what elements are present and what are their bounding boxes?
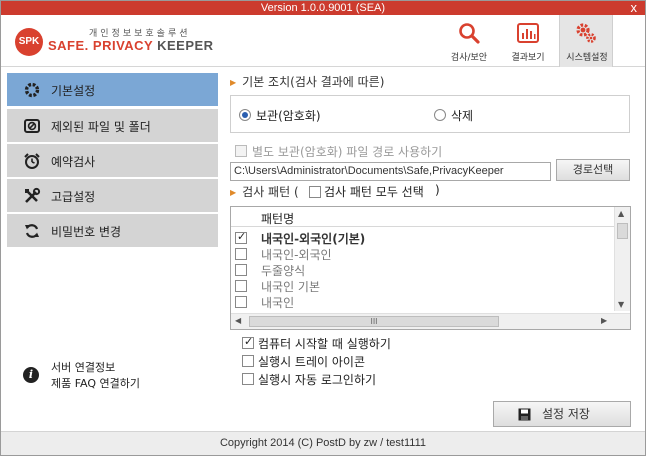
delete-radio[interactable]: [434, 109, 446, 121]
keep-radio[interactable]: [239, 109, 251, 121]
pattern-row[interactable]: 내국인-외국인: [231, 246, 615, 262]
pattern-checkbox[interactable]: [235, 264, 247, 276]
footer: Copyright 2014 (C) PostD by zw / test111…: [1, 431, 645, 455]
pattern-list: 패턴명 내국인-외국인(기본) 내국인-외국인 두줄양식 내국인 기본 내국인: [230, 206, 631, 330]
section-bullet-icon: ▶: [230, 188, 237, 197]
scroll-thumb[interactable]: [617, 223, 628, 239]
pattern-name-column: 패턴명: [261, 212, 295, 226]
pattern-title-suffix: ): [435, 183, 440, 197]
copyright-text: Copyright 2014 (C) PostD by zw / test111…: [219, 437, 427, 449]
search-icon: [459, 23, 480, 44]
pattern-list-header: 패턴명: [231, 207, 615, 227]
pattern-name: 내국인-외국인(기본): [261, 232, 366, 246]
pattern-checkbox[interactable]: [235, 248, 247, 260]
keep-radio-label[interactable]: 보관(암호화): [256, 107, 321, 124]
scroll-down-icon[interactable]: ▼: [618, 300, 624, 309]
pattern-name: 두줄양식: [261, 264, 306, 278]
tray-icon-label[interactable]: 실행시 트레이 아이콘: [258, 353, 365, 370]
sidebar-item-label: 기본설정: [51, 84, 96, 98]
separate-path-checkbox[interactable]: [235, 145, 247, 157]
save-settings-label: 설정 저장: [542, 407, 590, 421]
auto-login-checkbox[interactable]: [242, 373, 254, 385]
sidebar: 기본설정 제외된 파일 및 폴더 예약검사 고급설정 비밀번호 변경 i 서버 …: [7, 73, 218, 428]
pattern-row[interactable]: 내국인: [231, 294, 615, 310]
scroll-up-icon[interactable]: ▲: [618, 209, 624, 218]
nav-result-button[interactable]: 결과보기: [503, 15, 553, 67]
pattern-checkbox[interactable]: [235, 230, 247, 244]
nav-scan-label: 검사/보안: [450, 53, 488, 63]
info-icon: i: [23, 367, 39, 383]
sidebar-item-label: 고급설정: [51, 190, 96, 204]
sidebar-item-label: 제외된 파일 및 폴더: [51, 120, 151, 134]
pattern-checkbox[interactable]: [235, 296, 247, 308]
sidebar-item-change-password[interactable]: 비밀번호 변경: [7, 214, 218, 247]
pattern-row[interactable]: 내국인 기본: [231, 278, 615, 294]
tools-icon: [25, 187, 41, 203]
tray-icon-checkbox[interactable]: [242, 355, 254, 367]
pattern-row[interactable]: 내국인-외국인(기본): [231, 230, 615, 246]
sidebar-item-basic-settings[interactable]: 기본설정: [7, 73, 218, 106]
sidebar-item-excluded-files[interactable]: 제외된 파일 및 폴더: [7, 109, 218, 142]
app-window: Version 1.0.0.9001 (SEA) x SPK 개인정보보호솔루션…: [0, 0, 646, 456]
version-label: Version 1.0.0.9001 (SEA): [260, 2, 386, 14]
scroll-left-icon[interactable]: ◀: [235, 316, 241, 325]
select-all-patterns-label[interactable]: 검사 패턴 모두 선택: [324, 183, 424, 200]
pattern-name: 내국인-외국인: [261, 248, 332, 262]
nav-settings-button[interactable]: 시스템설정: [559, 15, 613, 67]
pattern-row[interactable]: 두줄양식: [231, 262, 615, 278]
server-info-link[interactable]: 서버 연결정보: [51, 359, 115, 375]
pattern-section-title: ▶ 검사 패턴 (: [230, 183, 299, 200]
action-title-text: 기본 조치(검사 결과에 따른): [242, 75, 385, 89]
pattern-list-vertical-scrollbar[interactable]: ▲ ▼: [614, 207, 630, 311]
pattern-name: 내국인 기본: [261, 280, 321, 294]
select-all-patterns-checkbox[interactable]: [309, 186, 321, 198]
action-options-box: 보관(암호화) 삭제: [230, 95, 630, 133]
path-input[interactable]: C:\Users\Administrator\Documents\Safe,Pr…: [230, 162, 551, 181]
pattern-title-prefix: 검사 패턴 (: [242, 185, 299, 199]
support-links: i 서버 연결정보 제품 FAQ 연결하기: [23, 356, 213, 396]
chart-icon: [517, 23, 539, 43]
settings-panel: ▶ 기본 조치(검사 결과에 따른) 보관(암호화) 삭제 별도 보관(암호화) …: [225, 73, 635, 433]
scroll-thumb[interactable]: III: [249, 316, 499, 327]
nav-result-label: 결과보기: [511, 53, 545, 63]
pattern-name: 내국인: [261, 296, 295, 310]
nav-scan-button[interactable]: 검사/보안: [444, 15, 494, 67]
logo-english-text: SAFE. PRIVACY KEEPER: [48, 38, 214, 53]
separate-path-label: 별도 보관(암호화) 파일 경로 사용하기: [252, 145, 443, 159]
logo-keeper: KEEPER: [153, 38, 214, 53]
sidebar-item-advanced-settings[interactable]: 고급설정: [7, 179, 218, 212]
scroll-right-icon[interactable]: ▶: [601, 316, 607, 325]
title-bar: Version 1.0.0.9001 (SEA) x: [1, 0, 645, 15]
save-icon: [518, 408, 531, 421]
nav-settings-label: 시스템설정: [566, 53, 608, 63]
logo-privacy: PRIVACY: [88, 38, 153, 53]
sidebar-item-label: 예약검사: [51, 155, 96, 169]
action-section-title: ▶ 기본 조치(검사 결과에 따른): [230, 73, 384, 90]
save-settings-button[interactable]: 설정 저장: [493, 401, 631, 427]
sidebar-item-scheduled-scan[interactable]: 예약검사: [7, 144, 218, 177]
startup-label[interactable]: 컴퓨터 시작할 때 실행하기: [258, 335, 391, 352]
logo-safe: SAFE.: [48, 38, 89, 53]
auto-login-label[interactable]: 실행시 자동 로그인하기: [258, 371, 376, 388]
gear-icon: [576, 23, 596, 43]
alarm-clock-icon: [24, 153, 40, 169]
pattern-checkbox[interactable]: [235, 280, 247, 292]
delete-radio-label[interactable]: 삭제: [451, 107, 473, 124]
startup-checkbox[interactable]: [242, 335, 254, 349]
gear-icon: [24, 82, 40, 98]
header: SPK 개인정보보호솔루션 SAFE. PRIVACY KEEPER 검사/보안: [1, 15, 645, 67]
exclude-icon: [24, 119, 40, 133]
refresh-icon: [25, 224, 39, 238]
path-select-button[interactable]: 경로선택: [556, 159, 630, 181]
sidebar-item-label: 비밀번호 변경: [51, 225, 122, 239]
logo-badge: SPK: [15, 28, 43, 56]
faq-link[interactable]: 제품 FAQ 연결하기: [51, 375, 140, 391]
section-bullet-icon: ▶: [230, 78, 237, 87]
close-button[interactable]: x: [631, 0, 638, 15]
pattern-list-horizontal-scrollbar[interactable]: ◀ III ▶: [231, 313, 630, 329]
